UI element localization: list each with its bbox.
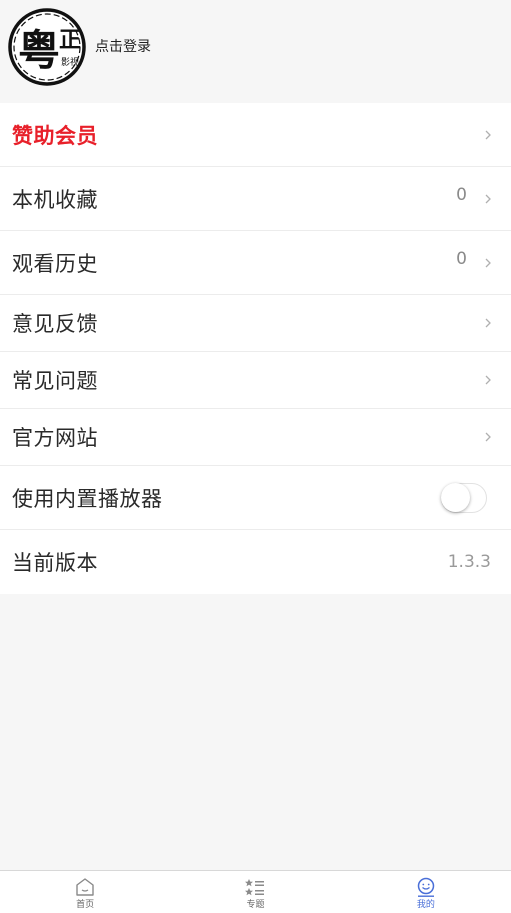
- history-count: 0: [456, 248, 467, 269]
- chevron-right-icon: [485, 258, 491, 267]
- current-version-label: 当前版本: [12, 551, 98, 575]
- favorites-count: 0: [456, 184, 467, 205]
- faq-label: 常见问题: [12, 369, 98, 393]
- settings-list: 赞助会员 本机收藏 0 观看历史 0 意见反馈 常见问题 官方网站 使用内置播放…: [0, 103, 511, 594]
- toggle-knob: [441, 482, 470, 512]
- profile-header: 粤 正 影视 点击登录: [0, 0, 511, 102]
- faq-row[interactable]: 常见问题: [0, 352, 511, 409]
- home-icon: [76, 878, 94, 896]
- chevron-right-icon: [485, 130, 491, 139]
- chevron-right-icon: [485, 432, 491, 442]
- tab-home[interactable]: 首页: [0, 871, 170, 913]
- builtin-player-toggle[interactable]: [441, 482, 487, 513]
- local-favorites-row[interactable]: 本机收藏 0: [0, 167, 511, 231]
- tab-mine-label: 我的: [416, 900, 435, 910]
- builtin-player-row: 使用内置播放器: [0, 466, 511, 530]
- sponsor-member-label: 赞助会员: [12, 123, 98, 148]
- watch-history-label: 观看历史: [12, 251, 98, 276]
- chevron-right-icon: [485, 375, 491, 385]
- logo-image: 粤 正 影视: [8, 8, 86, 86]
- logo-side-glyph: 正: [59, 27, 81, 53]
- official-website-label: 官方网站: [12, 426, 98, 450]
- profile-smile-icon: [417, 877, 435, 897]
- topics-list-icon: [245, 879, 265, 896]
- logo-small-text: 影视: [61, 56, 79, 68]
- official-website-row[interactable]: 官方网站: [0, 409, 511, 466]
- tab-topics[interactable]: 专题: [170, 871, 340, 913]
- tab-mine[interactable]: 我的: [341, 871, 511, 913]
- app-logo[interactable]: 粤 正 影视: [7, 7, 87, 87]
- login-link[interactable]: 点击登录: [95, 37, 151, 57]
- current-version-row: 当前版本 1.3.3: [0, 530, 511, 594]
- sponsor-member-row[interactable]: 赞助会员: [0, 103, 511, 167]
- chevron-right-icon: [485, 194, 491, 203]
- tab-topics-label: 专题: [246, 900, 265, 910]
- builtin-player-label: 使用内置播放器: [12, 486, 163, 511]
- tab-home-label: 首页: [76, 900, 95, 910]
- logo-main-glyph: 粤: [18, 26, 60, 75]
- local-favorites-label: 本机收藏: [12, 187, 98, 212]
- feedback-row[interactable]: 意见反馈: [0, 295, 511, 352]
- bottom-tab-bar: 首页 专题 我的: [0, 870, 511, 913]
- feedback-label: 意见反馈: [12, 312, 98, 336]
- profile-page: 粤 正 影视 点击登录 赞助会员 本机收藏 0 观看历史 0 意见反馈 常见问题…: [0, 0, 511, 913]
- version-value: 1.3.3: [447, 552, 491, 572]
- watch-history-row[interactable]: 观看历史 0: [0, 231, 511, 295]
- chevron-right-icon: [485, 318, 491, 328]
